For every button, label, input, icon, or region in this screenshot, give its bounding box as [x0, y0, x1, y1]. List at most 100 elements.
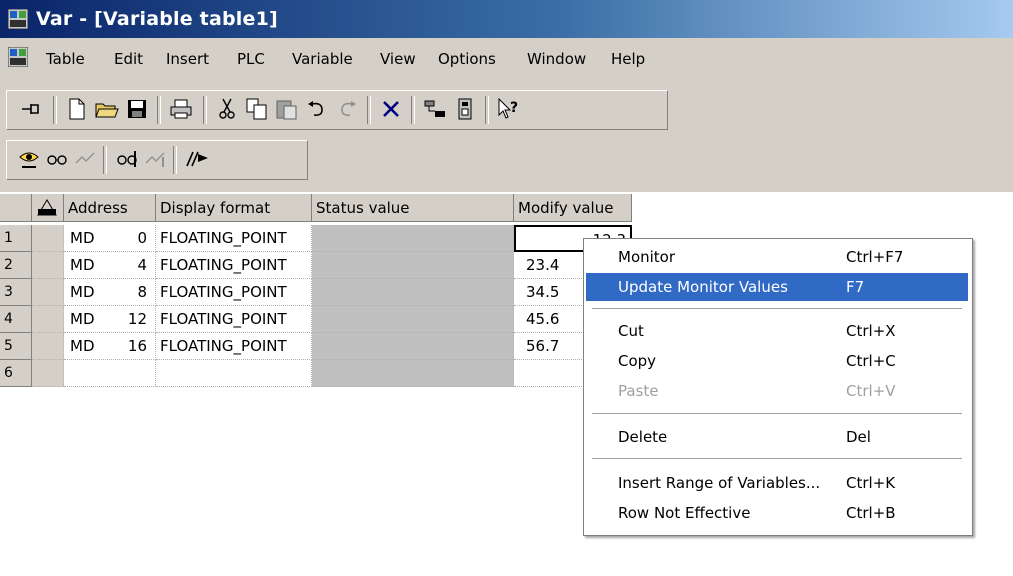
status-value-cell[interactable] — [312, 360, 514, 387]
modify-trigger-icon[interactable] — [141, 145, 169, 173]
online-icon[interactable] — [421, 95, 449, 123]
address-cell[interactable]: MD 0 — [64, 225, 156, 252]
open-folder-icon[interactable] — [93, 95, 121, 123]
menu-options[interactable]: Options — [438, 50, 496, 68]
menu-item-label: Row Not Effective — [618, 504, 751, 522]
menu-plc[interactable]: PLC — [237, 50, 265, 68]
window-title: Var - [Variable table1] — [36, 8, 278, 30]
address-cell[interactable] — [64, 360, 156, 387]
address-cell[interactable]: MD 12 — [64, 306, 156, 333]
column-header-address[interactable]: Address — [64, 194, 156, 222]
address-number: 0 — [137, 229, 147, 247]
row-flag-cell[interactable] — [32, 279, 64, 306]
menu-table[interactable]: Table — [46, 50, 85, 68]
app-icon — [8, 9, 28, 29]
address-number: 12 — [127, 310, 147, 328]
monitor-variable-icon[interactable] — [15, 145, 43, 173]
flag-column-header[interactable] — [32, 194, 64, 222]
force-icon[interactable] — [183, 145, 211, 173]
address-operand: MD — [70, 310, 95, 328]
display-format-cell[interactable] — [156, 360, 312, 387]
menu-item-cut[interactable]: Cut Ctrl+X — [586, 317, 968, 345]
menu-item-insert-range[interactable]: Insert Range of Variables... Ctrl+K — [586, 469, 968, 497]
row-flag-cell[interactable] — [32, 333, 64, 360]
menu-separator — [592, 458, 962, 460]
monitor-glasses-icon[interactable] — [43, 145, 71, 173]
row-header-corner — [0, 194, 32, 222]
row-number[interactable]: 1 — [0, 225, 32, 252]
display-format-cell[interactable]: FLOATING_POINT — [156, 252, 312, 279]
row-flag-cell[interactable] — [32, 360, 64, 387]
row-number[interactable]: 5 — [0, 333, 32, 360]
toolbar-separator — [173, 146, 177, 174]
undo-icon[interactable] — [303, 95, 331, 123]
redo-icon[interactable] — [333, 95, 361, 123]
trigger-icon[interactable] — [71, 145, 99, 173]
row-number[interactable]: 4 — [0, 306, 32, 333]
menu-view[interactable]: View — [380, 50, 416, 68]
toolbar-separator — [103, 146, 107, 174]
status-value-cell[interactable] — [312, 279, 514, 306]
display-format-cell[interactable]: FLOATING_POINT — [156, 333, 312, 360]
row-flag-cell[interactable] — [32, 306, 64, 333]
menu-item-label: Update Monitor Values — [618, 278, 788, 296]
display-format-cell[interactable]: FLOATING_POINT — [156, 225, 312, 252]
toolbar-separator — [367, 96, 371, 124]
context-help-icon[interactable]: ? — [495, 95, 523, 123]
status-value-cell[interactable] — [312, 225, 514, 252]
address-operand: MD — [70, 256, 95, 274]
column-flag-icon — [37, 199, 57, 216]
row-flag-cell[interactable] — [32, 225, 64, 252]
address-cell[interactable]: MD 16 — [64, 333, 156, 360]
delete-icon[interactable] — [377, 95, 405, 123]
accessible-nodes-icon[interactable] — [451, 95, 479, 123]
menu-item-update-monitor-values[interactable]: Update Monitor Values F7 — [586, 273, 968, 301]
title-bar[interactable]: Var - [Variable table1] — [0, 0, 1013, 38]
menu-bar: Table Edit Insert PLC Variable View Opti… — [0, 38, 1013, 78]
address-number: 16 — [127, 337, 147, 355]
new-file-icon[interactable] — [63, 95, 91, 123]
column-header-display-format[interactable]: Display format — [156, 194, 312, 222]
address-cell[interactable]: MD 8 — [64, 279, 156, 306]
menu-item-label: Monitor — [618, 248, 676, 266]
save-icon[interactable] — [123, 95, 151, 123]
menu-item-copy[interactable]: Copy Ctrl+C — [586, 347, 968, 375]
pin-icon[interactable] — [17, 95, 45, 123]
menu-item-paste[interactable]: Paste Ctrl+V — [586, 377, 968, 405]
row-number[interactable]: 2 — [0, 252, 32, 279]
paste-icon[interactable] — [273, 95, 301, 123]
column-header-modify-value[interactable]: Modify value — [514, 194, 632, 222]
menu-item-delete[interactable]: Delete Del — [586, 423, 968, 451]
status-value-cell[interactable] — [312, 306, 514, 333]
menu-edit[interactable]: Edit — [114, 50, 143, 68]
menu-separator — [592, 413, 962, 415]
menu-item-shortcut: Ctrl+K — [846, 474, 896, 492]
menu-variable[interactable]: Variable — [292, 50, 353, 68]
menu-window[interactable]: Window — [527, 50, 586, 68]
menu-item-label: Insert Range of Variables... — [618, 474, 821, 492]
menu-insert[interactable]: Insert — [166, 50, 209, 68]
print-icon[interactable] — [167, 95, 195, 123]
address-number: 8 — [137, 283, 147, 301]
status-value-cell[interactable] — [312, 252, 514, 279]
display-format-cell[interactable]: FLOATING_POINT — [156, 306, 312, 333]
cut-icon[interactable] — [213, 95, 241, 123]
modify-glasses-icon[interactable] — [113, 145, 141, 173]
menu-help[interactable]: Help — [611, 50, 645, 68]
copy-icon[interactable] — [243, 95, 271, 123]
column-header-status-value[interactable]: Status value — [312, 194, 514, 222]
menu-item-label: Paste — [618, 382, 659, 400]
menu-item-label: Cut — [618, 322, 644, 340]
menu-item-row-not-effective[interactable]: Row Not Effective Ctrl+B — [586, 499, 968, 527]
menu-item-shortcut: Ctrl+F7 — [846, 248, 904, 266]
document-icon[interactable] — [8, 47, 28, 67]
menu-item-shortcut: Ctrl+C — [846, 352, 896, 370]
address-number: 4 — [137, 256, 147, 274]
menu-item-monitor[interactable]: Monitor Ctrl+F7 — [586, 243, 968, 271]
address-cell[interactable]: MD 4 — [64, 252, 156, 279]
status-value-cell[interactable] — [312, 333, 514, 360]
row-number[interactable]: 6 — [0, 360, 32, 387]
display-format-cell[interactable]: FLOATING_POINT — [156, 279, 312, 306]
row-flag-cell[interactable] — [32, 252, 64, 279]
row-number[interactable]: 3 — [0, 279, 32, 306]
